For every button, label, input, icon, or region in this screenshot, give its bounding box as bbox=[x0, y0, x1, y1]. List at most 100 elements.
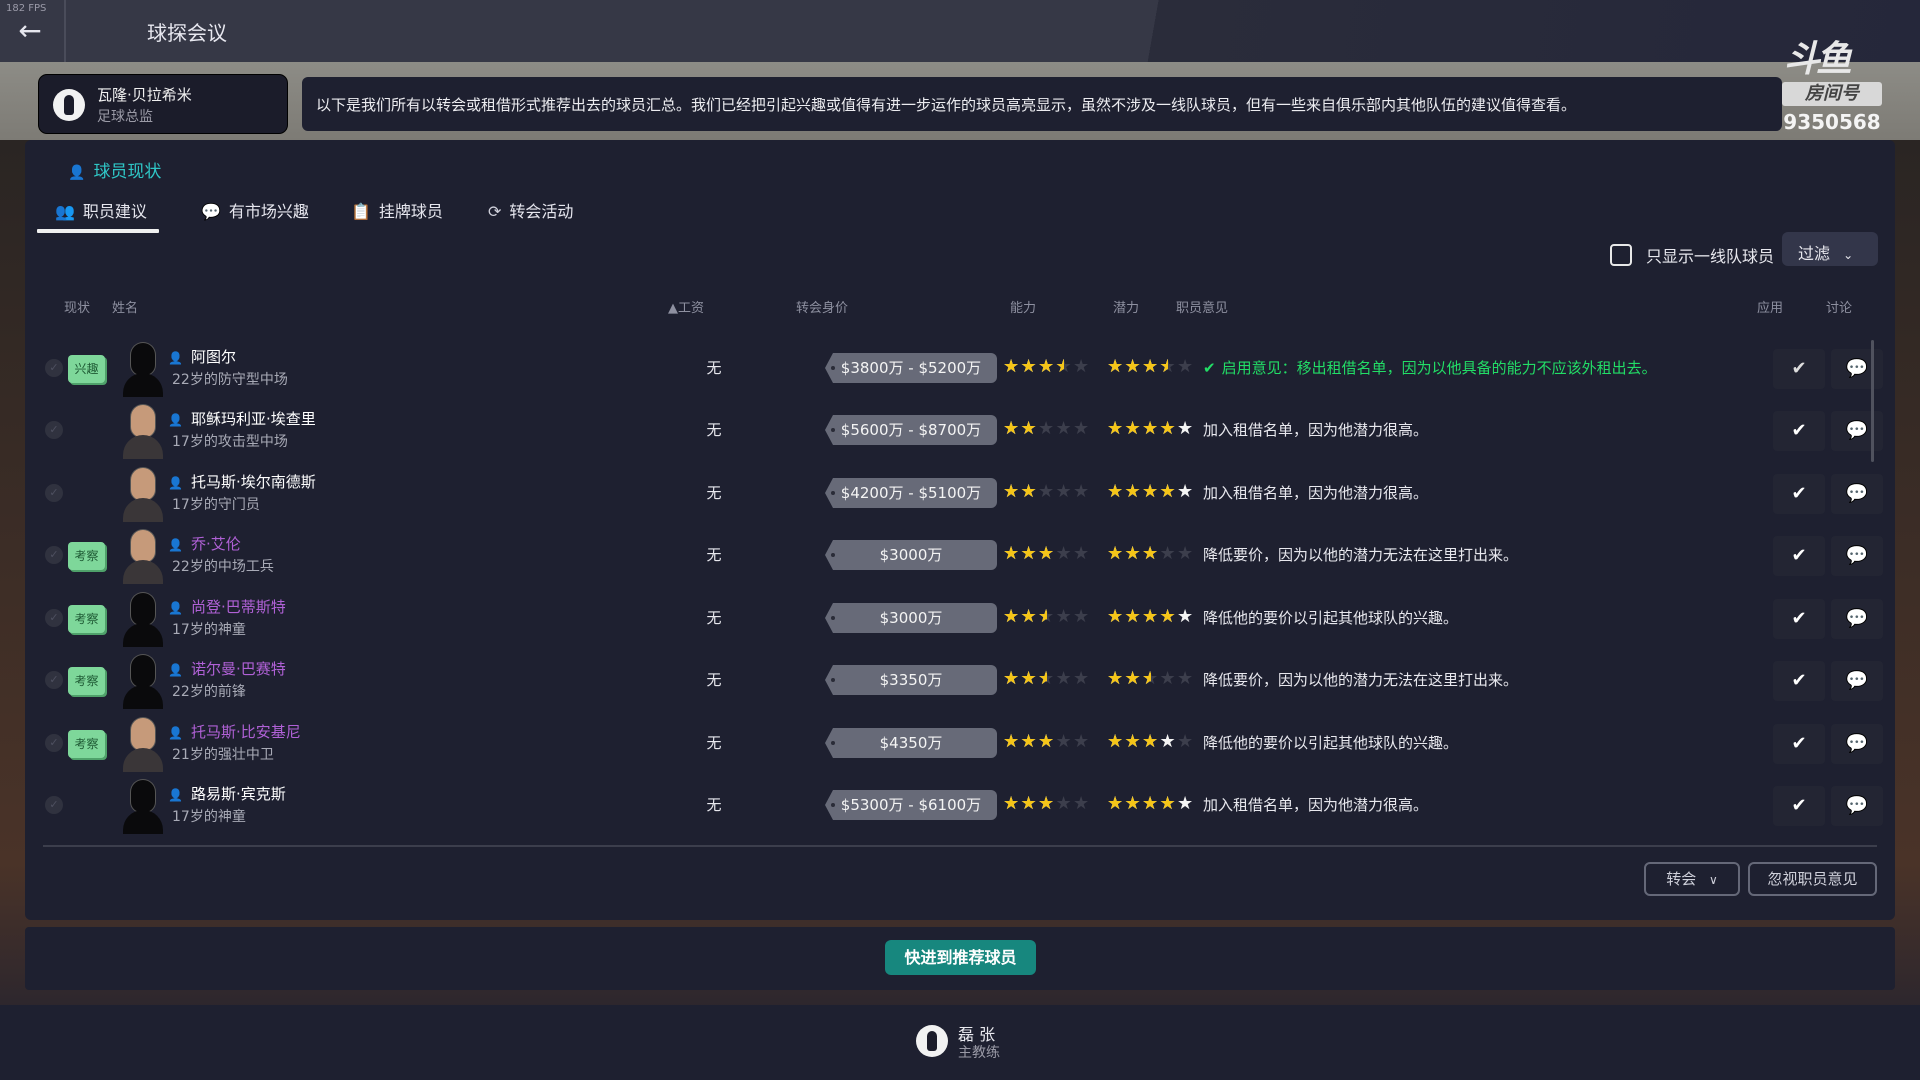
player-name-text[interactable]: 诺尔曼·巴赛特 bbox=[191, 660, 286, 678]
discuss-button[interactable]: 💬 bbox=[1831, 474, 1883, 514]
apply-button[interactable]: ✔ bbox=[1773, 349, 1825, 389]
potential-star-icon: ★ bbox=[1159, 668, 1176, 689]
discuss-button[interactable]: 💬 bbox=[1831, 599, 1883, 639]
check-icon: ✔ bbox=[1791, 420, 1807, 441]
speech-bubble-icon: 💬 bbox=[1845, 483, 1869, 504]
discuss-button[interactable]: 💬 bbox=[1831, 536, 1883, 576]
ability-stars: ★ ★ ★ ★ ★ ★ ★ ★ ★ bbox=[1003, 418, 1091, 440]
potential-star-icon: ★ ★ ★ bbox=[1142, 731, 1159, 752]
tab-listed-players[interactable]: 📋 挂牌球员 bbox=[351, 198, 443, 232]
checkbox[interactable] bbox=[1610, 244, 1632, 266]
apply-button[interactable]: ✔ bbox=[1773, 474, 1825, 514]
potential-star-icon: ★ ★ ★ bbox=[1107, 668, 1124, 689]
col-status[interactable]: 现状 bbox=[64, 297, 90, 316]
apply-button[interactable]: ✔ bbox=[1773, 536, 1825, 576]
ability-star-icon: ★ bbox=[1055, 606, 1072, 627]
potential-star-icon: ★ ★ bbox=[1177, 481, 1194, 502]
potential-star-icon: ★ bbox=[1177, 731, 1194, 752]
table-row[interactable]: ✓ 考察 👤 托马斯·比安基尼 21岁的强壮中卫 无 $4350万 ★ ★ ★ ★ ★ ★ ★… bbox=[43, 712, 1883, 774]
player-description: 17岁的神童 bbox=[172, 622, 246, 638]
player-name[interactable]: 👤 托马斯·比安基尼 bbox=[168, 721, 301, 742]
check-circle-icon[interactable]: ✓ bbox=[45, 421, 63, 439]
table-row[interactable]: ✓ 考察 👤 乔·艾伦 22岁的中场工兵 无 $3000万 ★ ★ ★ ★ ★ ★ ★ ★ ★ ★ ★… bbox=[43, 524, 1883, 586]
player-name[interactable]: 👤 路易斯·宾克斯 bbox=[168, 783, 286, 804]
player-name-text[interactable]: 尚登·巴蒂斯特 bbox=[191, 598, 286, 616]
col-opinion[interactable]: 职员意见 bbox=[1176, 297, 1228, 316]
divider bbox=[64, 0, 66, 62]
player-name[interactable]: 👤 尚登·巴蒂斯特 bbox=[168, 596, 286, 617]
player-name[interactable]: 👤 阿图尔 bbox=[168, 346, 236, 367]
player-name-text[interactable]: 阿图尔 bbox=[191, 348, 236, 366]
col-wage[interactable]: ▲工资 bbox=[668, 297, 704, 316]
ability-stars: ★ ★ ★ ★ ★ ★ ★ ★ ★ ★ ★ bbox=[1003, 731, 1091, 753]
discuss-button[interactable]: 💬 bbox=[1831, 786, 1883, 826]
player-name-text[interactable]: 路易斯·宾克斯 bbox=[191, 785, 286, 803]
discuss-button[interactable]: 💬 bbox=[1831, 724, 1883, 764]
table-row[interactable]: ✓ 考察 👤 诺尔曼·巴赛特 22岁的前锋 无 $3350万 ★ ★ ★ ★ ★ ★ ★ ★ ★ ★… bbox=[43, 649, 1883, 711]
discuss-button[interactable]: 💬 bbox=[1831, 349, 1883, 389]
check-circle-icon[interactable]: ✓ bbox=[45, 671, 63, 689]
coach-avatar-icon bbox=[916, 1025, 948, 1057]
discuss-button[interactable]: 💬 bbox=[1831, 661, 1883, 701]
ability-star-icon: ★ ★ ★ bbox=[1020, 481, 1037, 502]
table-row[interactable]: ✓ 兴趣 👤 阿图尔 22岁的防守型中场 无 $3800万 - $5200万 ★ ★… bbox=[43, 337, 1883, 399]
apply-button[interactable]: ✔ bbox=[1773, 724, 1825, 764]
potential-star-icon: ★ ★ ★ bbox=[1159, 481, 1176, 502]
potential-star-icon: ★ ★ ★ bbox=[1124, 481, 1141, 502]
discuss-button[interactable]: 💬 bbox=[1831, 411, 1883, 451]
apply-button[interactable]: ✔ bbox=[1773, 599, 1825, 639]
tab-staff-advice[interactable]: 👥 职员建议 bbox=[37, 198, 159, 233]
table-row[interactable]: ✓ 👤 路易斯·宾克斯 17岁的神童 无 $5300万 - $6100万 ★ ★ ★ ★… bbox=[43, 774, 1883, 836]
opinion-text: 降低他的要价以引起其他球队的兴趣。 bbox=[1203, 734, 1459, 752]
player-avatar bbox=[123, 405, 163, 459]
player-name-text[interactable]: 托马斯·比安基尼 bbox=[191, 723, 301, 741]
check-icon: ✔ bbox=[1203, 359, 1216, 377]
player-name-text[interactable]: 托马斯·埃尔南德斯 bbox=[191, 473, 316, 491]
table-row[interactable]: ✓ 👤 耶稣玛利亚·埃查里 17岁的攻击型中场 无 $5600万 - $8700万… bbox=[43, 399, 1883, 461]
player-avatar bbox=[123, 343, 163, 397]
table-row[interactable]: ✓ 考察 👤 尚登·巴蒂斯特 17岁的神童 无 $3000万 ★ ★ ★ ★ ★ ★ ★ ★ ★ ★… bbox=[43, 587, 1883, 649]
potential-star-icon: ★ ★ ★ bbox=[1159, 793, 1176, 814]
check-circle-icon[interactable]: ✓ bbox=[45, 359, 63, 377]
filter-dropdown[interactable]: 过滤 ⌄ bbox=[1782, 232, 1878, 266]
fast-forward-button[interactable]: 快进到推荐球员 bbox=[885, 940, 1036, 975]
filter-label: 过滤 bbox=[1798, 244, 1831, 263]
player-name-text[interactable]: 乔·艾伦 bbox=[191, 535, 241, 553]
apply-button[interactable]: ✔ bbox=[1773, 786, 1825, 826]
tab-market-interest[interactable]: 💬 有市场兴趣 bbox=[201, 198, 309, 232]
col-ability[interactable]: 能力 bbox=[1010, 297, 1036, 316]
col-value[interactable]: 转会身价 bbox=[796, 297, 848, 316]
check-circle-icon[interactable]: ✓ bbox=[45, 796, 63, 814]
check-circle-icon[interactable]: ✓ bbox=[45, 609, 63, 627]
players-panel: 👤 球员现状 👥 职员建议 💬 有市场兴趣 📋 挂牌球员 ⟳ 转会活动 只显示一线队球员 … bbox=[25, 140, 1895, 920]
transfer-dropdown[interactable]: 转会 ∨ bbox=[1644, 862, 1740, 896]
check-circle-icon[interactable]: ✓ bbox=[45, 734, 63, 752]
tab-transfer-activity[interactable]: ⟳ 转会活动 bbox=[488, 198, 573, 232]
check-circle-icon[interactable]: ✓ bbox=[45, 546, 63, 564]
back-arrow-icon[interactable]: ← bbox=[10, 14, 50, 50]
apply-button[interactable]: ✔ bbox=[1773, 661, 1825, 701]
check-icon: ✔ bbox=[1791, 358, 1807, 379]
check-circle-icon[interactable]: ✓ bbox=[45, 484, 63, 502]
tab-label: 有市场兴趣 bbox=[228, 202, 309, 221]
status-badge: 考察 bbox=[68, 730, 105, 758]
table-row[interactable]: ✓ 👤 托马斯·埃尔南德斯 17岁的守门员 无 $4200万 - $5100万 ★… bbox=[43, 462, 1883, 524]
col-name[interactable]: 姓名 bbox=[112, 297, 138, 316]
player-name[interactable]: 👤 托马斯·埃尔南德斯 bbox=[168, 471, 316, 492]
transfer-value: $4350万 bbox=[825, 728, 997, 758]
speech-bubble-icon: 💬 bbox=[1845, 420, 1869, 441]
scrollbar[interactable] bbox=[1871, 340, 1874, 462]
potential-stars: ★ ★ ★ ★ ★ ★ ★ ★ ★ ★ ★ bbox=[1107, 543, 1195, 565]
ability-star-icon: ★ ★ ★ bbox=[1038, 731, 1055, 752]
ability-star-icon: ★ bbox=[1073, 731, 1090, 752]
col-potential[interactable]: 潜力 bbox=[1113, 297, 1139, 316]
wage: 无 bbox=[706, 671, 722, 689]
player-name[interactable]: 👤 乔·艾伦 bbox=[168, 533, 241, 554]
ability-star-icon: ★ ★ ★ bbox=[1003, 356, 1020, 377]
player-name[interactable]: 👤 耶稣玛利亚·埃查里 bbox=[168, 408, 316, 429]
apply-button[interactable]: ✔ bbox=[1773, 411, 1825, 451]
ignore-staff-advice-button[interactable]: 忽视职员意见 bbox=[1748, 862, 1877, 896]
player-name[interactable]: 👤 诺尔曼·巴赛特 bbox=[168, 658, 286, 679]
player-name-text[interactable]: 耶稣玛利亚·埃查里 bbox=[191, 410, 316, 428]
first-team-only-toggle[interactable]: 只显示一线队球员 bbox=[1610, 238, 1774, 272]
